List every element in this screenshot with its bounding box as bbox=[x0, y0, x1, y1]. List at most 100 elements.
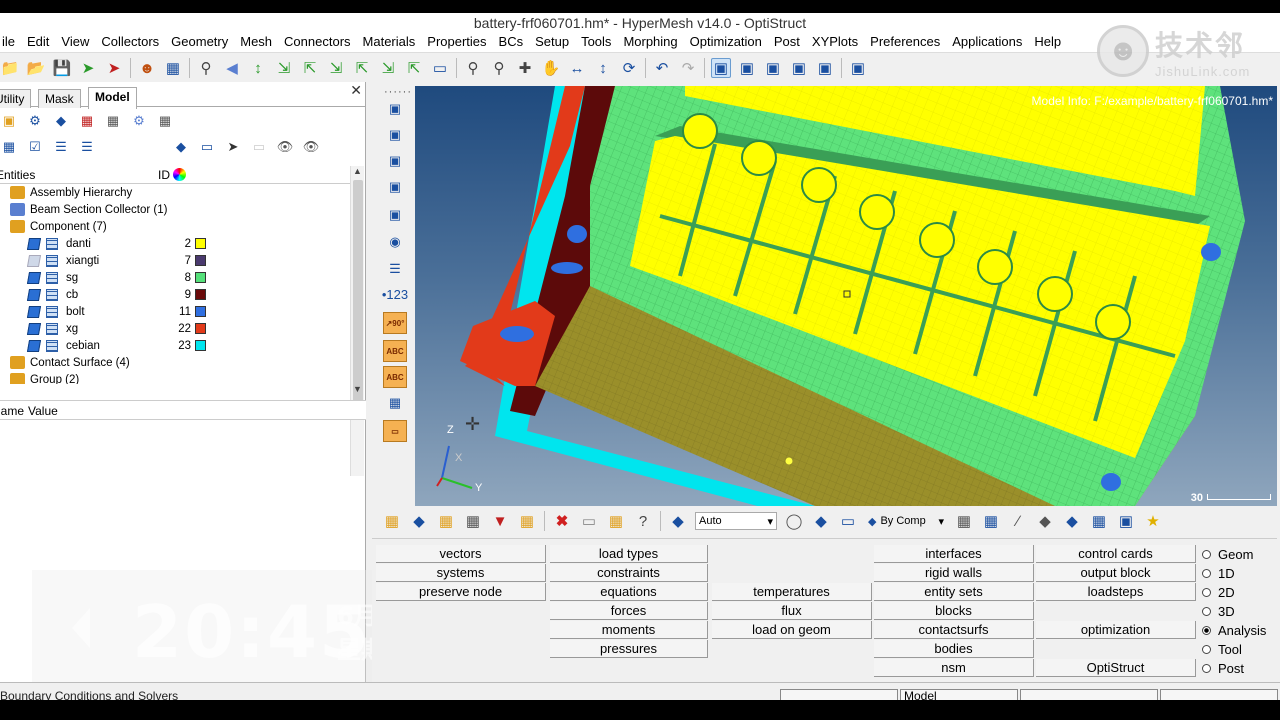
load-on-geom-button[interactable]: load on geom bbox=[712, 621, 872, 639]
component-color-swatch[interactable] bbox=[195, 238, 206, 249]
tree-icon[interactable]: ☰ bbox=[52, 138, 70, 156]
component-row[interactable]: sg 8 bbox=[0, 269, 350, 286]
menu-edit[interactable]: Edit bbox=[21, 34, 55, 49]
pan-horizontal-icon[interactable]: ↔ bbox=[567, 58, 587, 78]
mask-icon[interactable]: ▣ bbox=[383, 124, 407, 146]
constraints-button[interactable]: constraints bbox=[550, 564, 708, 582]
menu-view[interactable]: View bbox=[55, 34, 95, 49]
bodies-button[interactable]: bodies bbox=[874, 640, 1034, 658]
component-color-swatch[interactable] bbox=[195, 323, 206, 334]
assemblies-display-icon[interactable]: ◆ bbox=[409, 511, 429, 531]
model-browser-icon[interactable]: ▦ bbox=[163, 58, 183, 78]
rotate-view-icon[interactable]: ⟳ bbox=[619, 58, 639, 78]
component-row[interactable]: cb 9 bbox=[0, 286, 350, 303]
measure-angle-icon[interactable]: ↗90° bbox=[383, 312, 407, 334]
cube-display-icon[interactable]: ▭ bbox=[198, 138, 216, 156]
forces-button[interactable]: forces bbox=[550, 602, 708, 620]
filter-icon[interactable]: ▦ bbox=[156, 112, 174, 130]
material-icon[interactable]: ▦ bbox=[78, 112, 96, 130]
import-model-icon[interactable]: ➤ bbox=[78, 58, 98, 78]
auto-select[interactable]: Auto ▾ bbox=[695, 512, 777, 530]
redo-icon[interactable]: ↷ bbox=[678, 58, 698, 78]
system-xyz-icon[interactable]: ↕ bbox=[248, 58, 268, 78]
output-block-button[interactable]: output block bbox=[1036, 564, 1196, 582]
undo-icon[interactable]: ↶ bbox=[652, 58, 672, 78]
zoom-box-icon[interactable]: ⚲ bbox=[463, 58, 483, 78]
tree-scrollbar[interactable]: ▲ ▼ bbox=[350, 166, 364, 476]
scroll-thumb[interactable] bbox=[353, 180, 363, 405]
expand-icon[interactable]: ▦ bbox=[0, 138, 18, 156]
shaded-icon[interactable]: ◆ bbox=[811, 511, 831, 531]
view-z-icon[interactable]: ⇲ bbox=[326, 58, 346, 78]
blocks-button[interactable]: blocks bbox=[874, 602, 1034, 620]
systems-button[interactable]: systems bbox=[376, 564, 546, 582]
find-attached-icon[interactable]: ▣ bbox=[383, 204, 407, 226]
radio-tool[interactable]: Tool bbox=[1202, 640, 1242, 658]
tree-row-assembly[interactable]: Assembly Hierarchy bbox=[0, 184, 350, 201]
find-icon[interactable]: ⚲ bbox=[196, 58, 216, 78]
menu-preferences[interactable]: Preferences bbox=[864, 34, 946, 49]
temp-nodes-icon[interactable]: ▭ bbox=[579, 511, 599, 531]
import-icon[interactable]: 📂 bbox=[26, 58, 46, 78]
element-types-icon[interactable]: ▣ bbox=[383, 176, 407, 198]
open-folder-icon[interactable]: 📁 bbox=[0, 58, 20, 78]
view-iso-icon[interactable]: ⇱ bbox=[352, 58, 372, 78]
color-column-icon[interactable] bbox=[173, 168, 186, 181]
radio-geom[interactable]: Geom bbox=[1202, 545, 1253, 563]
rotate-center-icon[interactable]: ✚ bbox=[515, 58, 535, 78]
menu-setup[interactable]: Setup bbox=[529, 34, 575, 49]
layout-three-icon[interactable]: ▣ bbox=[763, 58, 783, 78]
radio-3d[interactable]: 3D bbox=[1202, 602, 1235, 620]
tab-utility[interactable]: Utility bbox=[0, 89, 32, 108]
contactsurfs-button[interactable]: contactsurfs bbox=[874, 621, 1034, 639]
loadsteps-button[interactable]: loadsteps bbox=[1036, 583, 1196, 601]
blue-plane-icon[interactable]: ▭ bbox=[383, 420, 407, 442]
visualization-icon[interactable]: ◆ bbox=[668, 511, 688, 531]
cube-shaded-icon[interactable]: ▭ bbox=[838, 511, 858, 531]
load-types-button[interactable]: load types bbox=[550, 545, 708, 563]
entities-column[interactable]: Entities bbox=[0, 168, 35, 182]
property-display-icon[interactable]: ▦ bbox=[463, 511, 483, 531]
plane-icon[interactable]: ◆ bbox=[1035, 511, 1055, 531]
line-style-icon[interactable]: ∕ bbox=[1008, 511, 1028, 531]
show-all-icon[interactable]: 👁 bbox=[276, 138, 294, 156]
view-top-icon[interactable]: ⇲ bbox=[378, 58, 398, 78]
component-view-icon[interactable]: ▣ bbox=[0, 112, 18, 130]
color-icon[interactable]: ◉ bbox=[383, 231, 407, 253]
wireframe-icon[interactable]: ▦ bbox=[954, 511, 974, 531]
tree-row-beam-section[interactable]: Beam Section Collector (1) bbox=[0, 201, 350, 218]
pressures-button[interactable]: pressures bbox=[550, 640, 708, 658]
flux-button[interactable]: flux bbox=[712, 602, 872, 620]
menu-optimization[interactable]: Optimization bbox=[684, 34, 768, 49]
help-icon[interactable]: ? bbox=[633, 511, 653, 531]
radio-analysis[interactable]: Analysis bbox=[1202, 621, 1266, 639]
nsm-button[interactable]: nsm bbox=[874, 659, 1034, 677]
label-abc-icon[interactable]: ABC bbox=[383, 340, 407, 362]
load-display-icon[interactable]: ▼ bbox=[490, 511, 510, 531]
layout-single-icon[interactable]: ▣ bbox=[711, 58, 731, 78]
zoom-icon[interactable]: ⚲ bbox=[489, 58, 509, 78]
menu-collectors[interactable]: Collectors bbox=[95, 34, 165, 49]
view-cube-icon[interactable]: ▭ bbox=[430, 58, 450, 78]
tree-row-component[interactable]: Component (7) bbox=[0, 218, 350, 235]
by-comp-select[interactable]: ◆ By Comp ▾ bbox=[865, 512, 947, 530]
value-column[interactable]: Value bbox=[28, 404, 58, 418]
menu-mesh[interactable]: Mesh bbox=[234, 34, 278, 49]
radio-2d[interactable]: 2D bbox=[1202, 583, 1235, 601]
arrow-left-icon[interactable]: ◀ bbox=[222, 58, 242, 78]
control-cards-button[interactable]: control cards bbox=[1036, 545, 1196, 563]
view-axes-icon[interactable]: ⇱ bbox=[404, 58, 424, 78]
vectors-button[interactable]: vectors bbox=[376, 545, 546, 563]
entity-sets-button[interactable]: entity sets bbox=[874, 583, 1034, 601]
grid-icon[interactable]: ▦ bbox=[1089, 511, 1109, 531]
folder-icon[interactable]: ▭ bbox=[250, 138, 268, 156]
menu-materials[interactable]: Materials bbox=[357, 34, 422, 49]
surface-icon[interactable]: ◆ bbox=[1062, 511, 1082, 531]
menu-tools[interactable]: Tools bbox=[575, 34, 617, 49]
menu-post[interactable]: Post bbox=[768, 34, 806, 49]
name-column[interactable]: Name bbox=[0, 404, 24, 418]
isolate-icon[interactable]: ☑ bbox=[26, 138, 44, 156]
tree-row-group[interactable]: Group (2) bbox=[0, 371, 350, 384]
sort-icon[interactable]: ☰ bbox=[78, 138, 96, 156]
tab-model[interactable]: Model bbox=[88, 87, 137, 109]
